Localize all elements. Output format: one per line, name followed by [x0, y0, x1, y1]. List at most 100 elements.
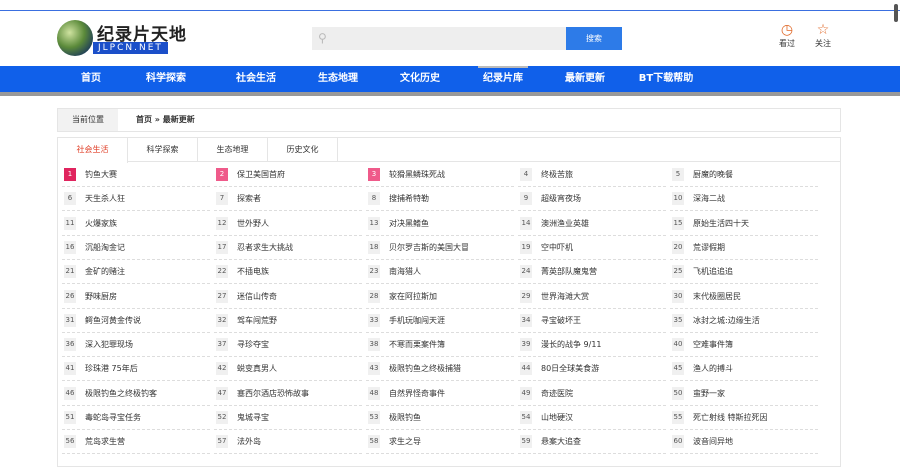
item-title[interactable]: 金矿的赌注 — [85, 266, 125, 277]
list-item[interactable]: 26 野味厨房 — [62, 285, 210, 309]
list-item[interactable]: 30 末代极圈居民 — [670, 285, 818, 309]
list-item[interactable]: 21 金矿的赌注 — [62, 260, 210, 285]
item-title[interactable]: 死亡射线 特斯拉死因 — [693, 412, 768, 423]
list-item[interactable]: 5 厨魔的晚餐 — [670, 163, 818, 187]
list-item[interactable]: 22 不插电族 — [214, 260, 362, 285]
item-title[interactable]: 家在阿拉斯加 — [389, 291, 437, 302]
item-title[interactable]: 火爆家族 — [85, 218, 117, 229]
list-item[interactable]: 2 保卫美国首府 — [214, 163, 362, 187]
list-item[interactable]: 15 原始生活四十天 — [670, 212, 818, 236]
item-title[interactable]: 钓鱼大赛 — [85, 169, 117, 180]
list-item[interactable]: 46 极限钓鱼之终极钓客 — [62, 382, 210, 406]
scrollbar[interactable] — [894, 4, 898, 22]
item-title[interactable]: 世界海滩大赏 — [541, 291, 589, 302]
list-item[interactable]: 7 探索者 — [214, 187, 362, 212]
item-title[interactable]: 寻宝破坏王 — [541, 315, 581, 326]
item-title[interactable]: 奇迹医院 — [541, 388, 573, 399]
item-title[interactable]: 冰封之城:边缘生活 — [693, 315, 760, 326]
item-title[interactable]: 渔人的搏斗 — [693, 363, 733, 374]
item-title[interactable]: 珍珠港 75年后 — [85, 363, 138, 374]
item-title[interactable]: 野味厨房 — [85, 291, 117, 302]
item-title[interactable]: 探索者 — [237, 193, 261, 204]
list-item[interactable]: 29 世界海滩大赏 — [518, 285, 666, 309]
item-title[interactable]: 求生之导 — [389, 436, 421, 447]
list-item[interactable]: 14 澳洲渔业英雄 — [518, 212, 666, 236]
item-title[interactable]: 深海二战 — [693, 193, 725, 204]
item-title[interactable]: 法外岛 — [237, 436, 261, 447]
list-item[interactable]: 49 奇迹医院 — [518, 382, 666, 406]
tab-ecology[interactable]: 生态地理 — [198, 138, 268, 162]
list-item[interactable]: 13 对决黑鳍鱼 — [366, 212, 514, 236]
list-item[interactable]: 43 极限钓鱼之终极捕猎 — [366, 357, 514, 382]
list-item[interactable]: 31 鳄鱼河黄金传说 — [62, 309, 210, 333]
item-title[interactable]: 毒蛇岛寻宝任务 — [85, 412, 141, 423]
item-title[interactable]: 天生杀人狂 — [85, 193, 125, 204]
list-item[interactable]: 51 毒蛇岛寻宝任务 — [62, 406, 210, 430]
item-title[interactable]: 保卫美国首府 — [237, 169, 285, 180]
list-item[interactable]: 27 迷信山传奇 — [214, 285, 362, 309]
item-title[interactable]: 不插电族 — [237, 266, 269, 277]
item-title[interactable]: 驾车闯荒野 — [237, 315, 277, 326]
list-item[interactable]: 37 寻珍夺宝 — [214, 333, 362, 358]
item-title[interactable]: 迷信山传奇 — [237, 291, 277, 302]
list-item[interactable]: 59 悬案大追查 — [518, 430, 666, 455]
item-title[interactable]: 超级宵夜场 — [541, 193, 581, 204]
list-item[interactable]: 42 蜕变真男人 — [214, 357, 362, 382]
item-title[interactable]: 山地硬汉 — [541, 412, 573, 423]
item-title[interactable]: 极限钓鱼 — [389, 412, 421, 423]
nav-library[interactable]: 纪录片库 — [478, 66, 528, 92]
item-title[interactable]: 搜捕希特勒 — [389, 193, 429, 204]
item-title[interactable]: 塞西尔酒店恐怖故事 — [237, 388, 309, 399]
list-item[interactable]: 32 驾车闯荒野 — [214, 309, 362, 333]
item-title[interactable]: 蜕变真男人 — [237, 363, 277, 374]
item-title[interactable]: 原始生活四十天 — [693, 218, 749, 229]
list-item[interactable]: 50 蛮野一家 — [670, 382, 818, 406]
nav-society[interactable]: 社会生活 — [236, 66, 276, 92]
list-item[interactable]: 34 寻宝破坏王 — [518, 309, 666, 333]
item-title[interactable]: 菁英部队魔鬼营 — [541, 266, 597, 277]
item-title[interactable]: 厨魔的晚餐 — [693, 169, 733, 180]
list-item[interactable]: 44 80日全球美食游 — [518, 357, 666, 382]
site-logo[interactable]: 纪录片天地 JLPCN.NET — [57, 18, 187, 58]
nav-bt-help[interactable]: BT下载帮助 — [639, 66, 693, 92]
list-item[interactable]: 3 较猾黑鳞珠死战 — [366, 163, 514, 187]
item-title[interactable]: 手机玩咖闯天涯 — [389, 315, 445, 326]
nav-latest[interactable]: 最新更新 — [565, 66, 605, 92]
history-button[interactable]: ◷ 看过 — [772, 22, 802, 49]
search-button[interactable]: 搜索 — [566, 27, 622, 50]
nav-history[interactable]: 文化历史 — [400, 66, 440, 92]
list-item[interactable]: 12 世外野人 — [214, 212, 362, 236]
list-item[interactable]: 54 山地硬汉 — [518, 406, 666, 430]
tab-society[interactable]: 社会生活 — [58, 138, 128, 163]
nav-science[interactable]: 科学探索 — [146, 66, 186, 92]
item-title[interactable]: 澳洲渔业英雄 — [541, 218, 589, 229]
list-item[interactable]: 53 极限钓鱼 — [366, 406, 514, 430]
tab-history[interactable]: 历史文化 — [268, 138, 338, 162]
list-item[interactable]: 33 手机玩咖闯天涯 — [366, 309, 514, 333]
list-item[interactable]: 58 求生之导 — [366, 430, 514, 455]
item-title[interactable]: 蛮野一家 — [693, 388, 725, 399]
item-title[interactable]: 荒谬假期 — [693, 242, 725, 253]
search-input[interactable]: ⚲ — [312, 27, 566, 50]
list-item[interactable]: 52 鬼城寻宝 — [214, 406, 362, 430]
item-title[interactable]: 荒岛求生营 — [85, 436, 125, 447]
list-item[interactable]: 25 飞机追追追 — [670, 260, 818, 285]
list-item[interactable]: 11 火爆家族 — [62, 212, 210, 236]
list-item[interactable]: 24 菁英部队魔鬼营 — [518, 260, 666, 285]
item-title[interactable]: 不寒而栗案件簿 — [389, 339, 445, 350]
item-title[interactable]: 沉船淘金记 — [85, 242, 125, 253]
list-item[interactable]: 20 荒谬假期 — [670, 236, 818, 260]
follow-button[interactable]: ☆ 关注 — [808, 22, 838, 49]
list-item[interactable]: 4 终极苦旅 — [518, 163, 666, 187]
item-title[interactable]: 贝尔罗吉斯的美国大冒 — [389, 242, 469, 253]
list-item[interactable]: 6 天生杀人狂 — [62, 187, 210, 212]
list-item[interactable]: 39 漫长的战争 9/11 — [518, 333, 666, 358]
list-item[interactable]: 17 忍者求生大挑战 — [214, 236, 362, 260]
item-title[interactable]: 南海猎人 — [389, 266, 421, 277]
item-title[interactable]: 忍者求生大挑战 — [237, 242, 293, 253]
list-item[interactable]: 55 死亡射线 特斯拉死因 — [670, 406, 818, 430]
list-item[interactable]: 19 空中吓机 — [518, 236, 666, 260]
list-item[interactable]: 41 珍珠港 75年后 — [62, 357, 210, 382]
list-item[interactable]: 40 空难事件簿 — [670, 333, 818, 358]
list-item[interactable]: 18 贝尔罗吉斯的美国大冒 — [366, 236, 514, 260]
